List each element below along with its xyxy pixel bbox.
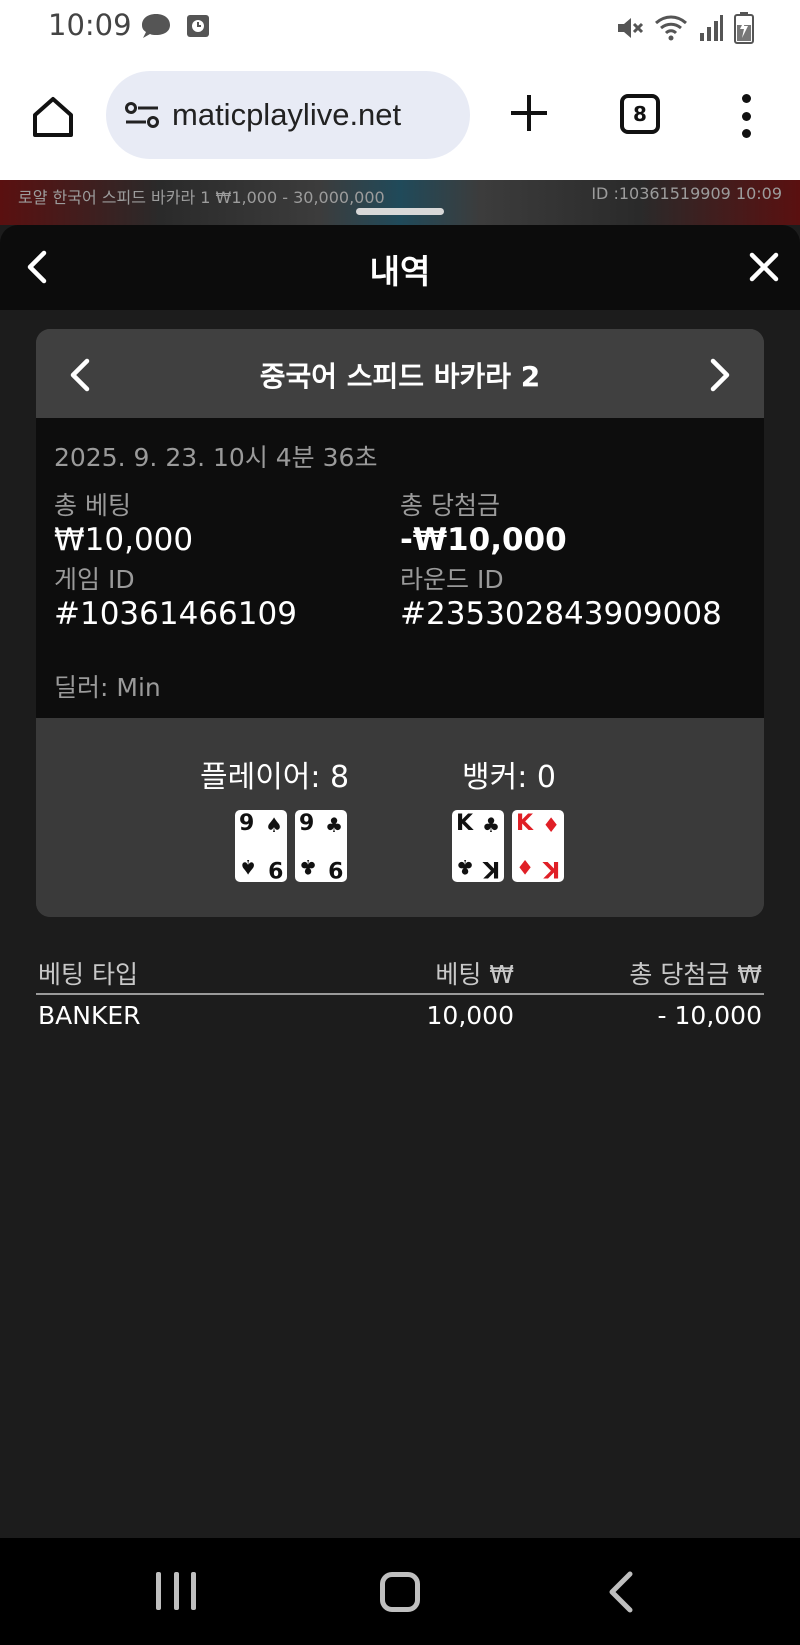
site-settings-icon[interactable] [122, 95, 162, 135]
back-button[interactable] [606, 1570, 636, 1614]
bet-amount-header: 베팅 ₩ [435, 960, 514, 989]
address-bar-url: maticplaylive.net [172, 97, 402, 132]
round-info: 2025. 9. 23. 10시 4분 36초 총 베팅 ₩10,000 총 당… [36, 418, 764, 718]
close-icon[interactable] [748, 247, 780, 287]
sheet-header: 내역 [0, 225, 800, 310]
next-round-icon[interactable] [706, 357, 734, 393]
game-id-value: #10361466109 [54, 596, 297, 632]
card-suit: ♣ [482, 813, 500, 837]
game-id-label: 게임 ID [54, 565, 135, 594]
card-suit: ♣ [325, 813, 343, 837]
total-win-value: -₩10,000 [400, 522, 567, 558]
new-tab-button[interactable] [504, 88, 554, 138]
bets-table: 베팅 타입 베팅 ₩ 총 당첨금 ₩ BANKER 10,000 - 10,00… [36, 953, 764, 1039]
table-row: BANKER 10,000 - 10,000 [36, 995, 764, 1039]
system-nav-bar [0, 1538, 800, 1645]
wifi-icon [655, 15, 687, 41]
card-rank: K [482, 856, 500, 881]
banker-score: 뱅커: 0 [462, 760, 556, 795]
player-score: 플레이어: 8 [200, 760, 350, 795]
chat-bubble-icon [142, 14, 170, 38]
bet-type-cell: BANKER [38, 1001, 141, 1030]
home-icon [33, 97, 73, 137]
dealer-name: 딜러: Min [54, 673, 161, 702]
plus-icon [511, 95, 547, 131]
card-rank: 9 [267, 856, 283, 881]
player-card-2: 9 ♣ ♣ 9 [295, 810, 347, 882]
win-amount-header: 총 당첨금 ₩ [629, 960, 762, 989]
game-name: 중국어 스피드 바카라 2 [259, 360, 541, 393]
round-id-label: 라운드 ID [400, 565, 504, 594]
address-bar[interactable]: maticplaylive.net [106, 71, 470, 159]
round-datetime: 2025. 9. 23. 10시 4분 36초 [54, 443, 378, 472]
status-time: 10:09 [48, 8, 132, 42]
banker-card-1: K ♣ ♣ K [452, 810, 504, 882]
mute-icon [618, 18, 644, 38]
win-amount-cell: - 10,000 [657, 1001, 762, 1030]
session-id-text: ID :10361519909 10:09 [591, 184, 782, 203]
round-result: 플레이어: 8 뱅커: 0 9 ♠ ♠ 9 9 ♣ ♣ 9 K ♣ ♣ K K [36, 718, 764, 917]
bet-type-header: 베팅 타입 [38, 960, 138, 989]
bets-table-header: 베팅 타입 베팅 ₩ 총 당첨금 ₩ [36, 953, 764, 995]
round-detail-card: 중국어 스피드 바카라 2 2025. 9. 23. 10시 4분 36초 총 … [36, 329, 764, 917]
bet-amount-cell: 10,000 [426, 1001, 514, 1030]
browser-toolbar: maticplaylive.net 8 [0, 56, 800, 180]
status-right-icons [614, 12, 754, 44]
signal-icon [700, 15, 723, 41]
total-win-label: 총 당첨금 [400, 491, 500, 520]
total-bet-label: 총 베팅 [54, 491, 131, 520]
sheet-title: 내역 [369, 252, 431, 291]
browser-menu-button[interactable] [730, 92, 762, 140]
history-sheet: 내역 중국어 스피드 바카라 2 2025. 9. 23. 10시 4분 36초… [0, 225, 800, 1538]
player-card-1: 9 ♠ ♠ 9 [235, 810, 287, 882]
card-rank: K [542, 856, 560, 881]
menu-dot-icon [741, 94, 751, 103]
round-navigator: 중국어 스피드 바카라 2 [36, 329, 764, 418]
banker-card-2: K ♦ ♦ K [512, 810, 564, 882]
recent-apps-icon [173, 1572, 179, 1610]
card-suit: ♠ [239, 855, 257, 879]
sheet-drag-handle[interactable] [356, 208, 444, 215]
card-rank: 9 [299, 811, 315, 836]
recent-apps-button[interactable] [156, 1572, 196, 1612]
card-rank: K [456, 811, 474, 836]
card-suit: ♣ [299, 855, 317, 879]
card-rank: 9 [327, 856, 343, 881]
card-rank: K [516, 811, 534, 836]
status-bar: 10:09 [0, 0, 800, 56]
game-background-strip: 로얄 한국어 스피드 바카라 1 ₩1,000 - 30,000,000 ID … [0, 180, 800, 225]
card-rank: 9 [239, 811, 255, 836]
status-left-icons [140, 12, 210, 40]
card-suit: ♣ [456, 855, 474, 879]
total-bet-value: ₩10,000 [54, 522, 194, 558]
recent-apps-icon [191, 1572, 196, 1610]
round-id-value: #235302843909008 [400, 596, 722, 632]
tab-switcher-button[interactable]: 8 [620, 94, 660, 134]
battery-icon [734, 12, 754, 44]
recent-apps-icon [156, 1572, 161, 1610]
browser-home-button[interactable] [26, 90, 80, 144]
card-suit: ♦ [542, 813, 560, 837]
home-button[interactable] [380, 1572, 420, 1612]
card-suit: ♠ [265, 813, 283, 837]
menu-dot-icon [741, 129, 751, 138]
clock-icon [187, 15, 209, 37]
table-info-text: 로얄 한국어 스피드 바카라 1 ₩1,000 - 30,000,000 [18, 188, 385, 207]
menu-dot-icon [741, 111, 751, 121]
card-suit: ♦ [516, 855, 534, 879]
